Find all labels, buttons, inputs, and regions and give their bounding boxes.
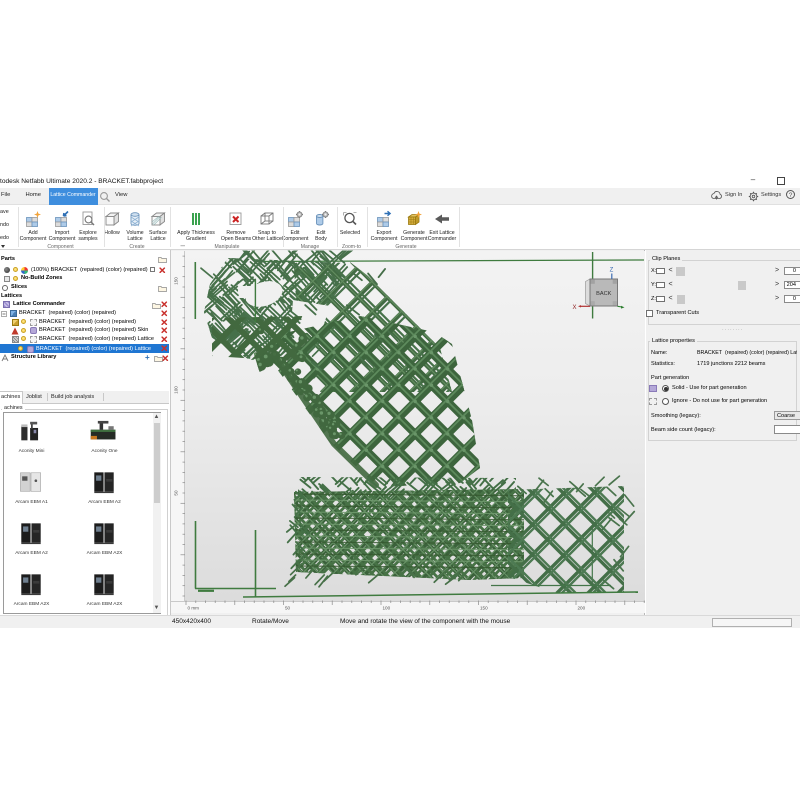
svg-text:Z: Z [610, 268, 614, 274]
svg-text:50: 50 [174, 490, 179, 496]
svg-text:100: 100 [174, 386, 179, 394]
svg-text:100: 100 [383, 606, 391, 611]
svg-text:200: 200 [578, 606, 586, 611]
svg-text:150: 150 [480, 606, 488, 611]
svg-text:BACK: BACK [596, 291, 612, 297]
svg-text:50: 50 [285, 606, 291, 611]
svg-text:X: X [572, 305, 576, 311]
svg-text:150: 150 [174, 277, 179, 285]
svg-text:0 mm: 0 mm [188, 606, 200, 611]
